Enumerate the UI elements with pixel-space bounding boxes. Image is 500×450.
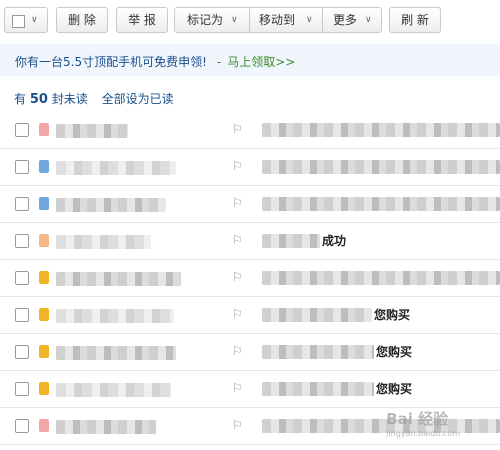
mail-status-icon (39, 234, 49, 247)
flag-icon[interactable]: ⚐ (232, 418, 243, 432)
select-all-checkbox[interactable] (12, 15, 25, 28)
flag-icon[interactable]: ⚐ (232, 270, 243, 284)
row-checkbox[interactable] (15, 234, 29, 248)
watermark-brand: Bai 经验 (386, 410, 449, 428)
sender-redacted[interactable] (56, 346, 176, 360)
row-checkbox[interactable] (15, 308, 29, 322)
mail-status-icon (39, 271, 49, 284)
chevron-down-icon: ∨ (365, 15, 372, 25)
more-dropdown[interactable]: 更多 ∨ (323, 8, 381, 32)
unread-prefix: 有 (14, 92, 27, 106)
toolbar: ∨ 删 除 举 报 标记为 ∨ 移动到 ∨ 更多 ∨ 刷 新 (0, 0, 500, 42)
promo-text: 你有一台5.5寸顶配手机可免费申领! (15, 55, 207, 69)
subject-redacted[interactable] (262, 271, 500, 285)
refresh-button[interactable]: 刷 新 (389, 7, 441, 33)
subject-redacted[interactable] (262, 345, 374, 359)
promo-dash: - (216, 55, 222, 69)
subject-redacted[interactable] (262, 308, 372, 322)
unread-suffix: 封未读 (51, 92, 88, 106)
sender-redacted[interactable] (56, 198, 166, 212)
row-checkbox[interactable] (15, 123, 29, 137)
promo-banner: 你有一台5.5寸顶配手机可免费申领! - 马上领取>> (0, 44, 500, 76)
mark-all-read-link[interactable]: 全部设为已读 (102, 92, 174, 106)
mail-status-icon (39, 382, 49, 395)
subject-redacted[interactable] (262, 234, 320, 248)
unread-count: 50 (29, 92, 48, 107)
mail-status-icon (39, 308, 49, 321)
mark-as-dropdown[interactable]: 标记为 ∨ (175, 8, 249, 32)
subject-redacted[interactable] (262, 197, 500, 211)
chevron-down-icon: ∨ (231, 15, 238, 25)
move-to-label: 移动到 (259, 13, 296, 27)
flag-icon[interactable]: ⚐ (232, 196, 243, 210)
select-all-dropdown[interactable]: ∨ (4, 7, 48, 33)
action-button-group: 标记为 ∨ 移动到 ∨ 更多 ∨ (174, 7, 382, 33)
row-checkbox[interactable] (15, 345, 29, 359)
more-label: 更多 (333, 13, 358, 27)
subject-redacted[interactable] (262, 160, 500, 174)
move-to-dropdown[interactable]: 移动到 ∨ (250, 8, 322, 32)
flag-icon[interactable]: ⚐ (232, 344, 243, 358)
chevron-down-icon: ∨ (306, 15, 313, 25)
sender-redacted[interactable] (56, 383, 171, 397)
subject-visible-text: 您购买 (374, 380, 413, 397)
mail-row[interactable]: ⚐ (0, 112, 500, 149)
watermark-url: jingyan.baidu.com (386, 429, 460, 438)
mail-row[interactable]: ⚐ (0, 149, 500, 186)
row-checkbox[interactable] (15, 160, 29, 174)
delete-button[interactable]: 删 除 (56, 7, 108, 33)
mail-row[interactable]: ⚐ 您购买 (0, 297, 500, 334)
mail-row[interactable]: ⚐ (0, 186, 500, 223)
watermark-logo: Bai 经验 jingyan.baidu.com (386, 408, 460, 438)
row-checkbox[interactable] (15, 271, 29, 285)
subject-redacted[interactable] (262, 123, 500, 137)
chevron-down-icon: ∨ (31, 15, 38, 25)
mail-status-icon (39, 160, 49, 173)
mail-row[interactable]: ⚐ 成功 (0, 223, 500, 260)
sender-redacted[interactable] (56, 309, 174, 323)
sender-redacted[interactable] (56, 272, 181, 286)
subject-redacted[interactable] (262, 382, 374, 396)
flag-icon[interactable]: ⚐ (232, 159, 243, 173)
mark-as-label: 标记为 (187, 13, 224, 27)
subject-visible-text: 您购买 (372, 306, 411, 323)
sender-redacted[interactable] (56, 161, 176, 175)
mail-status-icon (39, 123, 49, 136)
promo-text-line: 你有一台5.5寸顶配手机可免费申领! - 马上领取>> (15, 53, 295, 70)
flag-icon[interactable]: ⚐ (232, 307, 243, 321)
subject-visible-text: 成功 (320, 232, 347, 249)
mail-list: ⚐ ⚐ ⚐ ⚐ 成功 ⚐ ⚐ 您购买 ⚐ 您购买 ⚐ 您购买 ⚐ (0, 112, 500, 445)
mail-row[interactable]: ⚐ 您购买 (0, 334, 500, 371)
row-checkbox[interactable] (15, 419, 29, 433)
subject-visible-text: 您购买 (374, 343, 413, 360)
mail-status-icon (39, 197, 49, 210)
mail-row[interactable]: ⚐ (0, 260, 500, 297)
mail-row[interactable]: ⚐ 您购买 (0, 371, 500, 408)
row-checkbox[interactable] (15, 382, 29, 396)
sender-redacted[interactable] (56, 124, 128, 138)
subject-redacted[interactable] (262, 419, 500, 433)
mail-status-icon (39, 419, 49, 432)
sender-redacted[interactable] (56, 420, 156, 434)
sender-redacted[interactable] (56, 235, 151, 249)
flag-icon[interactable]: ⚐ (232, 122, 243, 136)
report-button[interactable]: 举 报 (116, 7, 168, 33)
promo-claim-link[interactable]: 马上领取>> (227, 55, 295, 69)
flag-icon[interactable]: ⚐ (232, 233, 243, 247)
mail-status-icon (39, 345, 49, 358)
unread-summary: 有 50 封未读 全部设为已读 (14, 90, 174, 107)
flag-icon[interactable]: ⚐ (232, 381, 243, 395)
row-checkbox[interactable] (15, 197, 29, 211)
